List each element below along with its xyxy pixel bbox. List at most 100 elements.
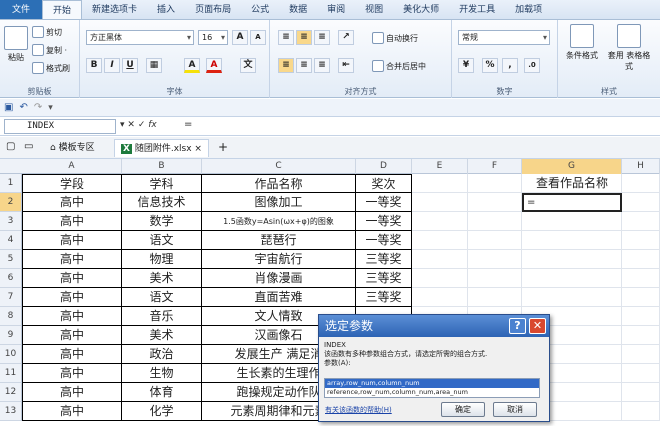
align-bottom-button[interactable]: ≡ [314,30,330,45]
table-cell[interactable]: 语文 [122,288,202,307]
folder-icon[interactable]: ▭ [24,141,33,152]
table-cell[interactable]: 宇宙航行 [202,250,356,269]
tab-data[interactable]: 数据 [279,0,317,19]
empty-cell[interactable] [412,174,468,193]
empty-cell[interactable] [622,174,660,193]
tab-workbook[interactable]: X 随团附件.xlsx × [114,139,209,157]
row-header[interactable]: 6 [0,269,22,288]
row-header[interactable]: 10 [0,345,22,364]
empty-cell[interactable] [622,269,660,288]
table-cell[interactable]: 美术 [122,269,202,288]
table-cell[interactable]: 高中 [22,383,122,402]
help-button[interactable]: ? [509,318,526,334]
table-cell[interactable]: 语文 [122,231,202,250]
empty-cell[interactable] [622,250,660,269]
format-painter-button[interactable]: 格式刷 [32,62,70,74]
empty-cell[interactable] [522,231,622,250]
row-header[interactable]: 1 [0,174,22,193]
undo-icon[interactable]: ↶ [19,102,27,113]
table-cell[interactable]: 物理 [122,250,202,269]
column-header-c[interactable]: C [202,159,356,174]
column-header-h[interactable]: H [622,159,660,174]
empty-cell[interactable] [412,288,468,307]
empty-cell[interactable] [622,307,660,326]
row-header[interactable]: 5 [0,250,22,269]
tab-new[interactable]: 新建选项卡 [82,0,147,19]
empty-cell[interactable] [468,174,522,193]
table-cell[interactable]: 高中 [22,212,122,231]
align-right-button[interactable]: ≡ [314,58,330,73]
column-header-g[interactable]: G [522,159,622,174]
customize-icon[interactable]: ▾ [48,103,53,113]
new-doc-icon[interactable]: ▢ [6,141,15,152]
add-tab-icon[interactable]: + [218,140,228,154]
row-header[interactable]: 3 [0,212,22,231]
paste-button[interactable]: 粘贴 [4,26,28,63]
bold-button[interactable]: B [86,58,102,73]
tab-page-layout[interactable]: 页面布局 [185,0,241,19]
close-tab-icon[interactable]: × [194,144,202,154]
tab-formulas[interactable]: 公式 [241,0,279,19]
align-middle-button[interactable]: ≡ [296,30,312,45]
column-header-d[interactable]: D [356,159,412,174]
table-cell[interactable]: 学段 [22,174,122,193]
close-button[interactable]: ✕ [529,318,546,334]
empty-cell[interactable] [468,212,522,231]
tab-file[interactable]: 文件 [0,0,43,19]
tab-view[interactable]: 视图 [355,0,393,19]
table-cell[interactable]: 化学 [122,402,202,421]
row-header[interactable]: 8 [0,307,22,326]
table-cell[interactable]: 高中 [22,250,122,269]
column-header-e[interactable]: E [412,159,468,174]
table-cell[interactable]: 三等奖 [356,269,412,288]
comma-button[interactable]: , [502,58,518,73]
row-header[interactable]: 4 [0,231,22,250]
redo-icon[interactable]: ↷ [34,102,42,113]
table-cell[interactable]: 高中 [22,402,122,421]
empty-cell[interactable] [622,193,660,212]
tab-insert[interactable]: 插入 [147,0,185,19]
tab-developer[interactable]: 开发工具 [449,0,505,19]
table-cell[interactable]: 作品名称 [202,174,356,193]
empty-cell[interactable] [622,383,660,402]
shrink-font-button[interactable]: A [250,30,266,45]
currency-button[interactable]: ¥ [458,58,474,73]
dropdown-icon[interactable]: ▾ [120,120,125,130]
empty-cell[interactable] [468,231,522,250]
fill-color-button[interactable]: A [184,58,200,73]
function-help-link[interactable]: 有关该函数的帮助(H) [325,405,392,415]
table-cell[interactable]: 肖像漫画 [202,269,356,288]
phonetic-button[interactable]: 文 [240,58,256,73]
tab-addins[interactable]: 加载项 [505,0,552,19]
cancel-icon[interactable]: ✕ [127,120,135,130]
empty-cell[interactable] [412,250,468,269]
empty-cell[interactable] [522,288,622,307]
conditional-format-button[interactable]: 条件格式 [562,24,602,61]
wrap-text-button[interactable]: 自动换行 [372,32,418,44]
empty-cell[interactable] [522,250,622,269]
empty-cell[interactable] [622,402,660,421]
empty-cell[interactable] [622,326,660,345]
empty-cell[interactable] [622,345,660,364]
table-cell[interactable]: 音乐 [122,307,202,326]
row-header[interactable]: 9 [0,326,22,345]
empty-cell[interactable] [468,288,522,307]
table-cell[interactable]: 高中 [22,288,122,307]
argument-list[interactable]: array,row_num,column_num reference,row_n… [324,378,540,398]
empty-cell[interactable] [412,269,468,288]
table-cell[interactable]: 三等奖 [356,288,412,307]
table-cell[interactable]: 高中 [22,364,122,383]
save-icon[interactable]: ▣ [4,102,13,113]
empty-cell[interactable] [622,231,660,250]
row-header[interactable]: 13 [0,402,22,421]
table-cell[interactable]: 高中 [22,193,122,212]
border-button[interactable]: ▦ [146,58,162,73]
empty-cell[interactable] [522,212,622,231]
row-header[interactable]: 12 [0,383,22,402]
empty-cell[interactable] [412,212,468,231]
argument-option[interactable]: array,row_num,column_num [325,379,539,388]
empty-cell[interactable] [412,231,468,250]
table-cell[interactable]: 美术 [122,326,202,345]
decimal-button[interactable]: .0 [524,58,540,73]
ok-button[interactable]: 确定 [441,402,485,417]
